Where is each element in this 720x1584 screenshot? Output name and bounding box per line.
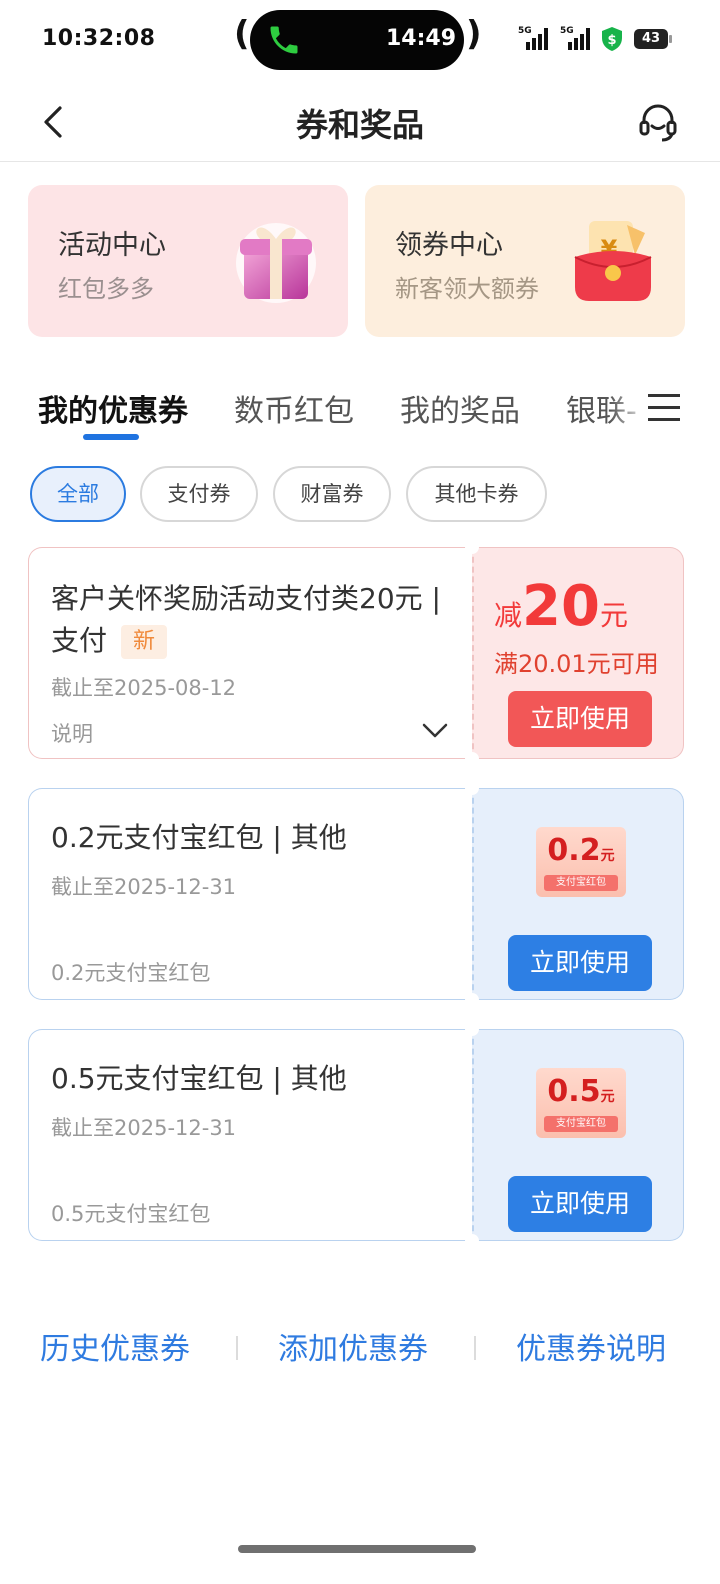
battery-icon: 43 — [634, 29, 672, 49]
divider — [474, 1336, 476, 1360]
discount-condition: 满20.01元可用 — [494, 650, 659, 678]
nav-bar: 券和奖品 — [0, 80, 720, 162]
new-badge: 新 — [121, 625, 168, 659]
coupon-description: 0.2元支付宝红包 — [51, 961, 211, 985]
add-coupon-link[interactable]: 添加优惠券 — [278, 1324, 428, 1368]
coupon-stub: 0.2元 支付宝红包 立即使用 — [472, 788, 684, 1000]
coupon-stub: 0.5元 支付宝红包 立即使用 — [472, 1029, 684, 1241]
tab-fade-overlay — [610, 382, 650, 438]
activity-center-card[interactable]: 活动中心 红包多多 — [28, 185, 348, 337]
call-timer: 14:49 — [386, 26, 457, 51]
chevron-down-icon[interactable] — [421, 722, 449, 740]
activity-center-title: 活动中心 — [58, 230, 166, 261]
coupon-deadline: 截止至2025-12-31 — [51, 875, 237, 899]
coupon-center-card[interactable]: 领券中心 新客领大额券 ¥ — [365, 185, 685, 337]
security-shield-icon: $ — [602, 27, 622, 51]
coupon-deadline: 截止至2025-08-12 — [51, 676, 237, 700]
gift-box-icon — [236, 223, 316, 303]
coupon-card[interactable]: 0.2元支付宝红包 | 其他 截止至2025-12-31 0.2元支付宝红包 0… — [28, 781, 684, 1007]
use-now-button[interactable]: 立即使用 — [508, 691, 652, 747]
use-now-button[interactable]: 立即使用 — [508, 1176, 652, 1232]
coupon-deadline: 截止至2025-12-31 — [51, 1116, 237, 1140]
discount-value: 减20元 — [494, 574, 628, 639]
coupon-tabs: 我的优惠券 数币红包 我的奖品 银联- — [0, 382, 720, 442]
svg-text:$: $ — [607, 33, 616, 48]
history-coupons-link[interactable]: 历史优惠券 — [40, 1324, 190, 1368]
coupon-card[interactable]: 客户关怀奖励活动支付类20元 | 支付新 截止至2025-08-12 说明 减2… — [28, 540, 684, 766]
network-label-2: 5G — [560, 26, 574, 36]
coupon-title: 0.5元支付宝红包 | 其他 — [51, 1062, 347, 1095]
coupon-center-subtitle: 新客领大额券 — [395, 275, 539, 303]
filter-chip-payment[interactable]: 支付券 — [140, 466, 258, 522]
divider — [236, 1336, 238, 1360]
network-label-1: 5G — [518, 26, 532, 36]
activity-center-subtitle: 红包多多 — [58, 275, 154, 303]
red-envelope-icon: ¥ — [574, 221, 652, 301]
call-bracket-right: ) — [466, 14, 482, 54]
filter-chip-all[interactable]: 全部 — [30, 466, 126, 522]
coupon-card[interactable]: 0.5元支付宝红包 | 其他 截止至2025-12-31 0.5元支付宝红包 0… — [28, 1022, 684, 1248]
call-bracket-left: ( — [234, 14, 250, 54]
coupon-body: 客户关怀奖励活动支付类20元 | 支付新 截止至2025-08-12 说明 — [28, 547, 472, 759]
signal-icon-2: 5G — [556, 26, 592, 50]
filter-chip-other-cards[interactable]: 其他卡券 — [406, 466, 547, 522]
phone-icon — [270, 26, 298, 54]
alipay-red-packet-icon: 0.2元 支付宝红包 — [536, 827, 626, 897]
coupon-description: 0.5元支付宝红包 — [51, 1202, 211, 1226]
coupon-body: 0.2元支付宝红包 | 其他 截止至2025-12-31 0.2元支付宝红包 — [28, 788, 472, 1000]
status-bar: 10:32:08 ( 14:49 ) 5G 5G $ 43 — [0, 0, 720, 80]
coupon-description[interactable]: 说明 — [51, 718, 93, 748]
signal-icon-1: 5G — [518, 26, 548, 50]
home-indicator[interactable] — [238, 1545, 476, 1553]
coupon-center-title: 领券中心 — [395, 230, 503, 261]
tab-digital-currency-red-packet[interactable]: 数币红包 — [234, 386, 354, 430]
coupon-title: 客户关怀奖励活动支付类20元 | 支付新 — [51, 582, 441, 659]
tab-my-prizes[interactable]: 我的奖品 — [400, 386, 520, 430]
coupon-stub: 减20元 满20.01元可用 立即使用 — [472, 547, 684, 759]
status-time: 10:32:08 — [42, 26, 156, 51]
coupon-title: 0.2元支付宝红包 | 其他 — [51, 821, 347, 854]
filter-chip-wealth[interactable]: 财富券 — [273, 466, 391, 522]
active-tab-indicator — [83, 434, 139, 440]
menu-icon[interactable] — [646, 388, 682, 428]
alipay-red-packet-icon: 0.5元 支付宝红包 — [536, 1068, 626, 1138]
page-title: 券和奖品 — [295, 106, 424, 144]
coupon-body: 0.5元支付宝红包 | 其他 截止至2025-12-31 0.5元支付宝红包 — [28, 1029, 472, 1241]
use-now-button[interactable]: 立即使用 — [508, 935, 652, 991]
coupon-info-link[interactable]: 优惠券说明 — [516, 1324, 666, 1368]
bottom-links: 历史优惠券 添加优惠券 优惠券说明 — [0, 1316, 720, 1376]
tab-my-coupons[interactable]: 我的优惠券 — [38, 386, 188, 430]
headset-icon[interactable] — [636, 100, 680, 144]
